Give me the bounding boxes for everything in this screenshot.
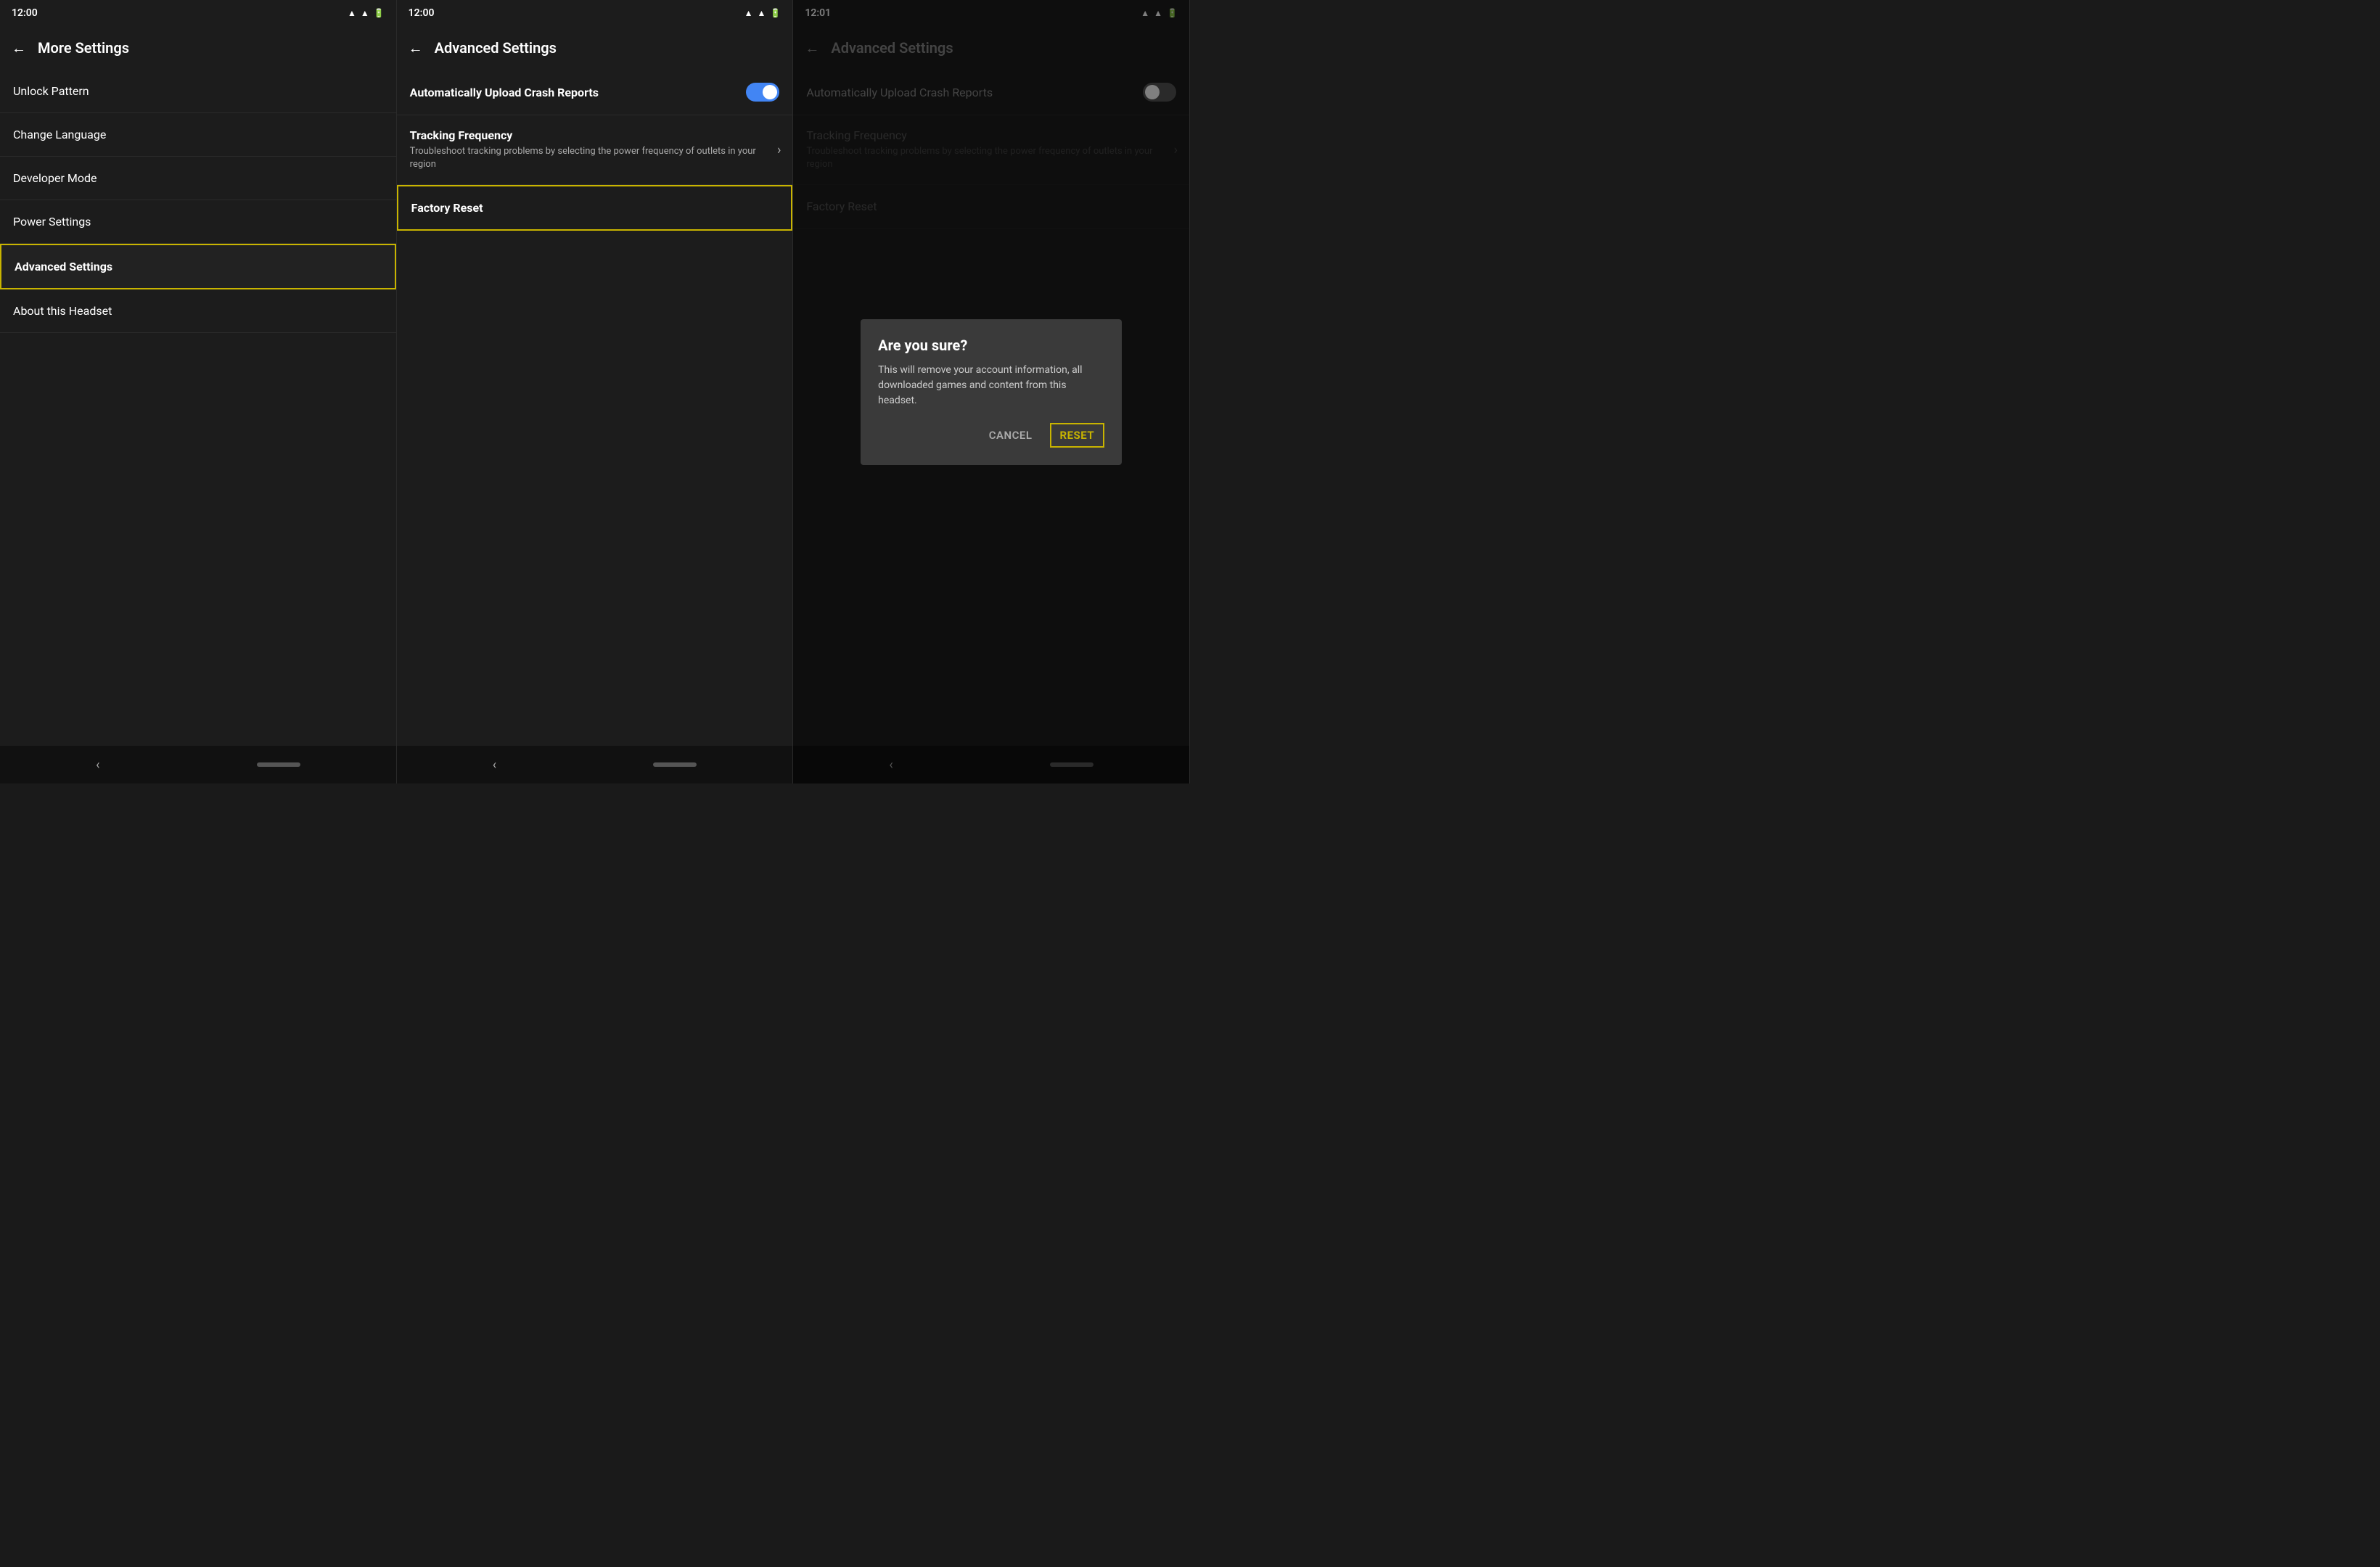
tracking-freq-arrow: › [777, 142, 781, 157]
advanced-settings-title: Advanced Settings [435, 39, 557, 57]
more-settings-menu: Unlock Pattern Change Language Developer… [0, 70, 396, 333]
back-button-1[interactable]: ← [12, 39, 26, 57]
panel-more-settings: 12:00 ▲ ▲ 🔋 ← More Settings Unlock Patte… [0, 0, 397, 784]
dialog-body: This will remove your account informatio… [878, 363, 1104, 408]
wifi-icon-2: ▲ [744, 8, 753, 18]
more-settings-header: ← More Settings [0, 26, 396, 70]
factory-reset-row[interactable]: Factory Reset [397, 185, 793, 231]
menu-item-developer-mode[interactable]: Developer Mode [0, 157, 396, 200]
status-bar-2: 12:00 ▲ ▲ 🔋 [397, 0, 793, 26]
panel-advanced-settings: 12:00 ▲ ▲ 🔋 ← Advanced Settings Automati… [397, 0, 794, 784]
dialog-actions: CANCEL RESET [878, 423, 1104, 448]
status-bar-1: 12:00 ▲ ▲ 🔋 [0, 0, 396, 26]
menu-item-about-headset[interactable]: About this Headset [0, 289, 396, 333]
bottom-nav-2: ‹ [397, 746, 793, 784]
battery-icon: 🔋 [374, 8, 385, 18]
nav-pill-1[interactable] [257, 762, 300, 767]
status-time-1: 12:00 [12, 7, 38, 19]
status-icons-1: ▲ ▲ 🔋 [348, 8, 385, 18]
signal-icon: ▲ [361, 8, 369, 18]
menu-item-change-language[interactable]: Change Language [0, 113, 396, 157]
status-time-2: 12:00 [409, 7, 435, 19]
toggle-thumb [763, 85, 777, 99]
advanced-settings-header: ← Advanced Settings [397, 26, 793, 70]
status-icons-2: ▲ ▲ 🔋 [744, 8, 781, 18]
reset-button[interactable]: RESET [1050, 423, 1105, 448]
more-settings-title: More Settings [38, 39, 129, 57]
panel-advanced-settings-dialog: 12:01 ▲ ▲ 🔋 ← Advanced Settings Automati… [793, 0, 1190, 784]
battery-icon-2: 🔋 [770, 8, 781, 18]
menu-item-power-settings[interactable]: Power Settings [0, 200, 396, 244]
wifi-icon: ▲ [348, 8, 356, 18]
menu-item-advanced-settings[interactable]: Advanced Settings [0, 244, 396, 289]
menu-item-unlock-pattern[interactable]: Unlock Pattern [0, 70, 396, 113]
crash-reports-row: Automatically Upload Crash Reports [397, 70, 793, 115]
crash-reports-toggle[interactable] [746, 83, 779, 102]
bottom-nav-1: ‹ [0, 746, 396, 784]
factory-reset-dialog: Are you sure? This will remove your acco… [861, 319, 1122, 465]
cancel-button[interactable]: CANCEL [983, 424, 1038, 446]
dialog-overlay: Are you sure? This will remove your acco… [793, 0, 1189, 784]
signal-icon-2: ▲ [758, 8, 766, 18]
back-button-2[interactable]: ← [409, 39, 423, 57]
dialog-title: Are you sure? [878, 337, 1104, 354]
tracking-frequency-row[interactable]: Tracking Frequency Troubleshoot tracking… [397, 115, 793, 185]
nav-pill-2[interactable] [653, 762, 697, 767]
advanced-settings-menu: Automatically Upload Crash Reports Track… [397, 70, 793, 231]
nav-back-button-2[interactable]: ‹ [493, 757, 496, 773]
nav-back-button-1[interactable]: ‹ [96, 757, 99, 773]
